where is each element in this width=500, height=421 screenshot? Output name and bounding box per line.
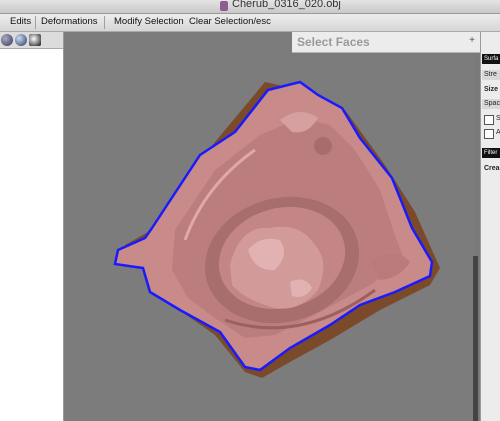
cherub-model[interactable]	[0, 0, 500, 421]
filter-header: Filter	[482, 148, 500, 158]
right-panel: Surfa Stre Size Spac S A Filter Crea	[480, 32, 500, 421]
option-checkbox-2[interactable]	[484, 129, 494, 139]
viewport-scrollbar[interactable]	[473, 256, 478, 421]
option-checkbox-1[interactable]	[484, 115, 494, 125]
spacing-label[interactable]: Spac	[482, 99, 500, 109]
surface-header: Surfa	[482, 54, 500, 64]
strength-label[interactable]: Stre	[482, 70, 500, 80]
checkbox-1-label: S	[494, 114, 500, 124]
create-label[interactable]: Crea	[482, 164, 500, 174]
expand-icon[interactable]: +	[469, 35, 475, 46]
checkbox-2-label: A	[494, 128, 500, 138]
select-faces-panel[interactable]: Select Faces +	[292, 32, 480, 53]
size-label[interactable]: Size	[482, 85, 500, 95]
corner-ornament	[314, 137, 332, 155]
select-faces-title: Select Faces	[297, 35, 370, 49]
